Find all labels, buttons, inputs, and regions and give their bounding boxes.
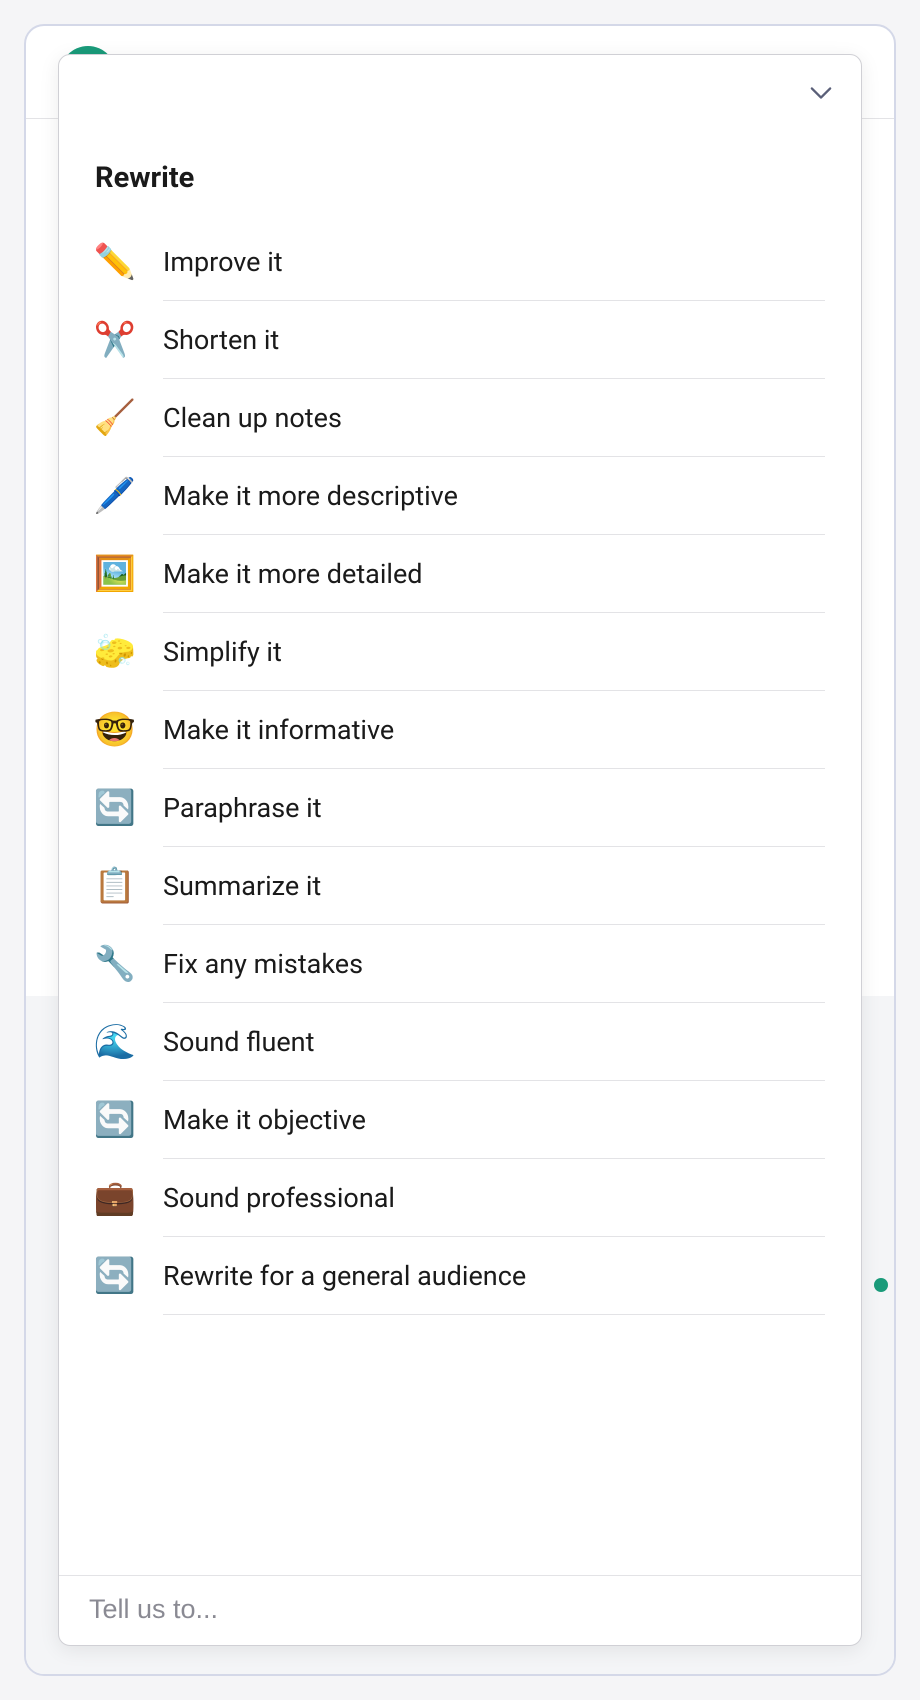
menu-label-wrap: Rewrite for a general audience <box>163 1237 825 1315</box>
menu-label-wrap: Paraphrase it <box>163 769 825 847</box>
rewrite-item-objective[interactable]: 🔄 Make it objective <box>95 1081 825 1159</box>
menu-item-label: Sound fluent <box>163 1026 314 1058</box>
rewrite-item-more-detailed-icon: 🖼️ <box>95 554 135 594</box>
menu-item-label: Fix any mistakes <box>163 948 363 980</box>
rewrite-item-fix-mistakes[interactable]: 🔧 Fix any mistakes <box>95 925 825 1003</box>
menu-label-wrap: Shorten it <box>163 301 825 379</box>
custom-prompt-bar <box>59 1575 861 1645</box>
rewrite-item-simplify-it[interactable]: 🧽 Simplify it <box>95 613 825 691</box>
rewrite-item-clean-up-notes[interactable]: 🧹 Clean up notes <box>95 379 825 457</box>
rewrite-item-sound-fluent[interactable]: 🌊 Sound fluent <box>95 1003 825 1081</box>
menu-item-label: Simplify it <box>163 636 282 668</box>
rewrite-list-container[interactable]: Rewrite ✏️ Improve it ✂️ Shorten it 🧹 Clean u… <box>59 111 861 1575</box>
menu-label-wrap: Make it more descriptive <box>163 457 825 535</box>
rewrite-item-more-descriptive-icon: 🖊️ <box>95 476 135 516</box>
rewrite-item-more-detailed[interactable]: 🖼️ Make it more detailed <box>95 535 825 613</box>
menu-label-wrap: Make it objective <box>163 1081 825 1159</box>
rewrite-item-sound-fluent-icon: 🌊 <box>95 1022 135 1062</box>
menu-item-label: Make it more detailed <box>163 558 423 590</box>
menu-item-label: Make it informative <box>163 714 394 746</box>
rewrite-panel: Rewrite ✏️ Improve it ✂️ Shorten it 🧹 Clean u… <box>58 54 862 1646</box>
rewrite-item-paraphrase-it-icon: 🔄 <box>95 788 135 828</box>
menu-label-wrap: Improve it <box>163 223 825 301</box>
rewrite-item-professional[interactable]: 💼 Sound professional <box>95 1159 825 1237</box>
rewrite-item-objective-icon: 🔄 <box>95 1100 135 1140</box>
section-title: Rewrite <box>95 161 825 195</box>
rewrite-item-general-audience[interactable]: 🔄 Rewrite for a general audience <box>95 1237 825 1315</box>
menu-label-wrap: Summarize it <box>163 847 825 925</box>
menu-label-wrap: Sound fluent <box>163 1003 825 1081</box>
menu-label-wrap: Simplify it <box>163 613 825 691</box>
rewrite-item-shorten-it-icon: ✂️ <box>95 320 135 360</box>
menu-label-wrap: Fix any mistakes <box>163 925 825 1003</box>
rewrite-item-summarize-it[interactable]: 📋 Summarize it <box>95 847 825 925</box>
rewrite-item-more-descriptive[interactable]: 🖊️ Make it more descriptive <box>95 457 825 535</box>
rewrite-menu-list: ✏️ Improve it ✂️ Shorten it 🧹 Clean up notes 🖊… <box>95 223 825 1315</box>
rewrite-item-simplify-it-icon: 🧽 <box>95 632 135 672</box>
rewrite-item-informative[interactable]: 🤓 Make it informative <box>95 691 825 769</box>
menu-item-label: Sound professional <box>163 1182 395 1214</box>
rewrite-item-professional-icon: 💼 <box>95 1178 135 1218</box>
panel-header <box>59 55 861 111</box>
chevron-down-icon <box>810 86 832 100</box>
menu-item-label: Make it more descriptive <box>163 480 458 512</box>
collapse-button[interactable] <box>809 81 833 105</box>
rewrite-item-informative-icon: 🤓 <box>95 710 135 750</box>
rewrite-item-summarize-it-icon: 📋 <box>95 866 135 906</box>
background-accent-dot <box>874 1278 888 1292</box>
menu-label-wrap: Clean up notes <box>163 379 825 457</box>
menu-item-label: Paraphrase it <box>163 792 322 824</box>
rewrite-item-clean-up-notes-icon: 🧹 <box>95 398 135 438</box>
rewrite-item-improve-it[interactable]: ✏️ Improve it <box>95 223 825 301</box>
rewrite-item-improve-it-icon: ✏️ <box>95 242 135 282</box>
menu-item-label: Rewrite for a general audience <box>163 1260 526 1292</box>
menu-label-wrap: Make it informative <box>163 691 825 769</box>
menu-item-label: Improve it <box>163 246 283 278</box>
menu-item-label: Summarize it <box>163 870 321 902</box>
menu-item-label: Make it objective <box>163 1104 366 1136</box>
rewrite-item-general-audience-icon: 🔄 <box>95 1256 135 1296</box>
rewrite-item-paraphrase-it[interactable]: 🔄 Paraphrase it <box>95 769 825 847</box>
menu-label-wrap: Make it more detailed <box>163 535 825 613</box>
rewrite-item-fix-mistakes-icon: 🔧 <box>95 944 135 984</box>
menu-item-label: Clean up notes <box>163 402 342 434</box>
app-frame: Rewrite ✏️ Improve it ✂️ Shorten it 🧹 Clean u… <box>24 24 896 1676</box>
menu-item-label: Shorten it <box>163 324 279 356</box>
custom-prompt-input[interactable] <box>89 1594 831 1625</box>
rewrite-item-shorten-it[interactable]: ✂️ Shorten it <box>95 301 825 379</box>
menu-label-wrap: Sound professional <box>163 1159 825 1237</box>
